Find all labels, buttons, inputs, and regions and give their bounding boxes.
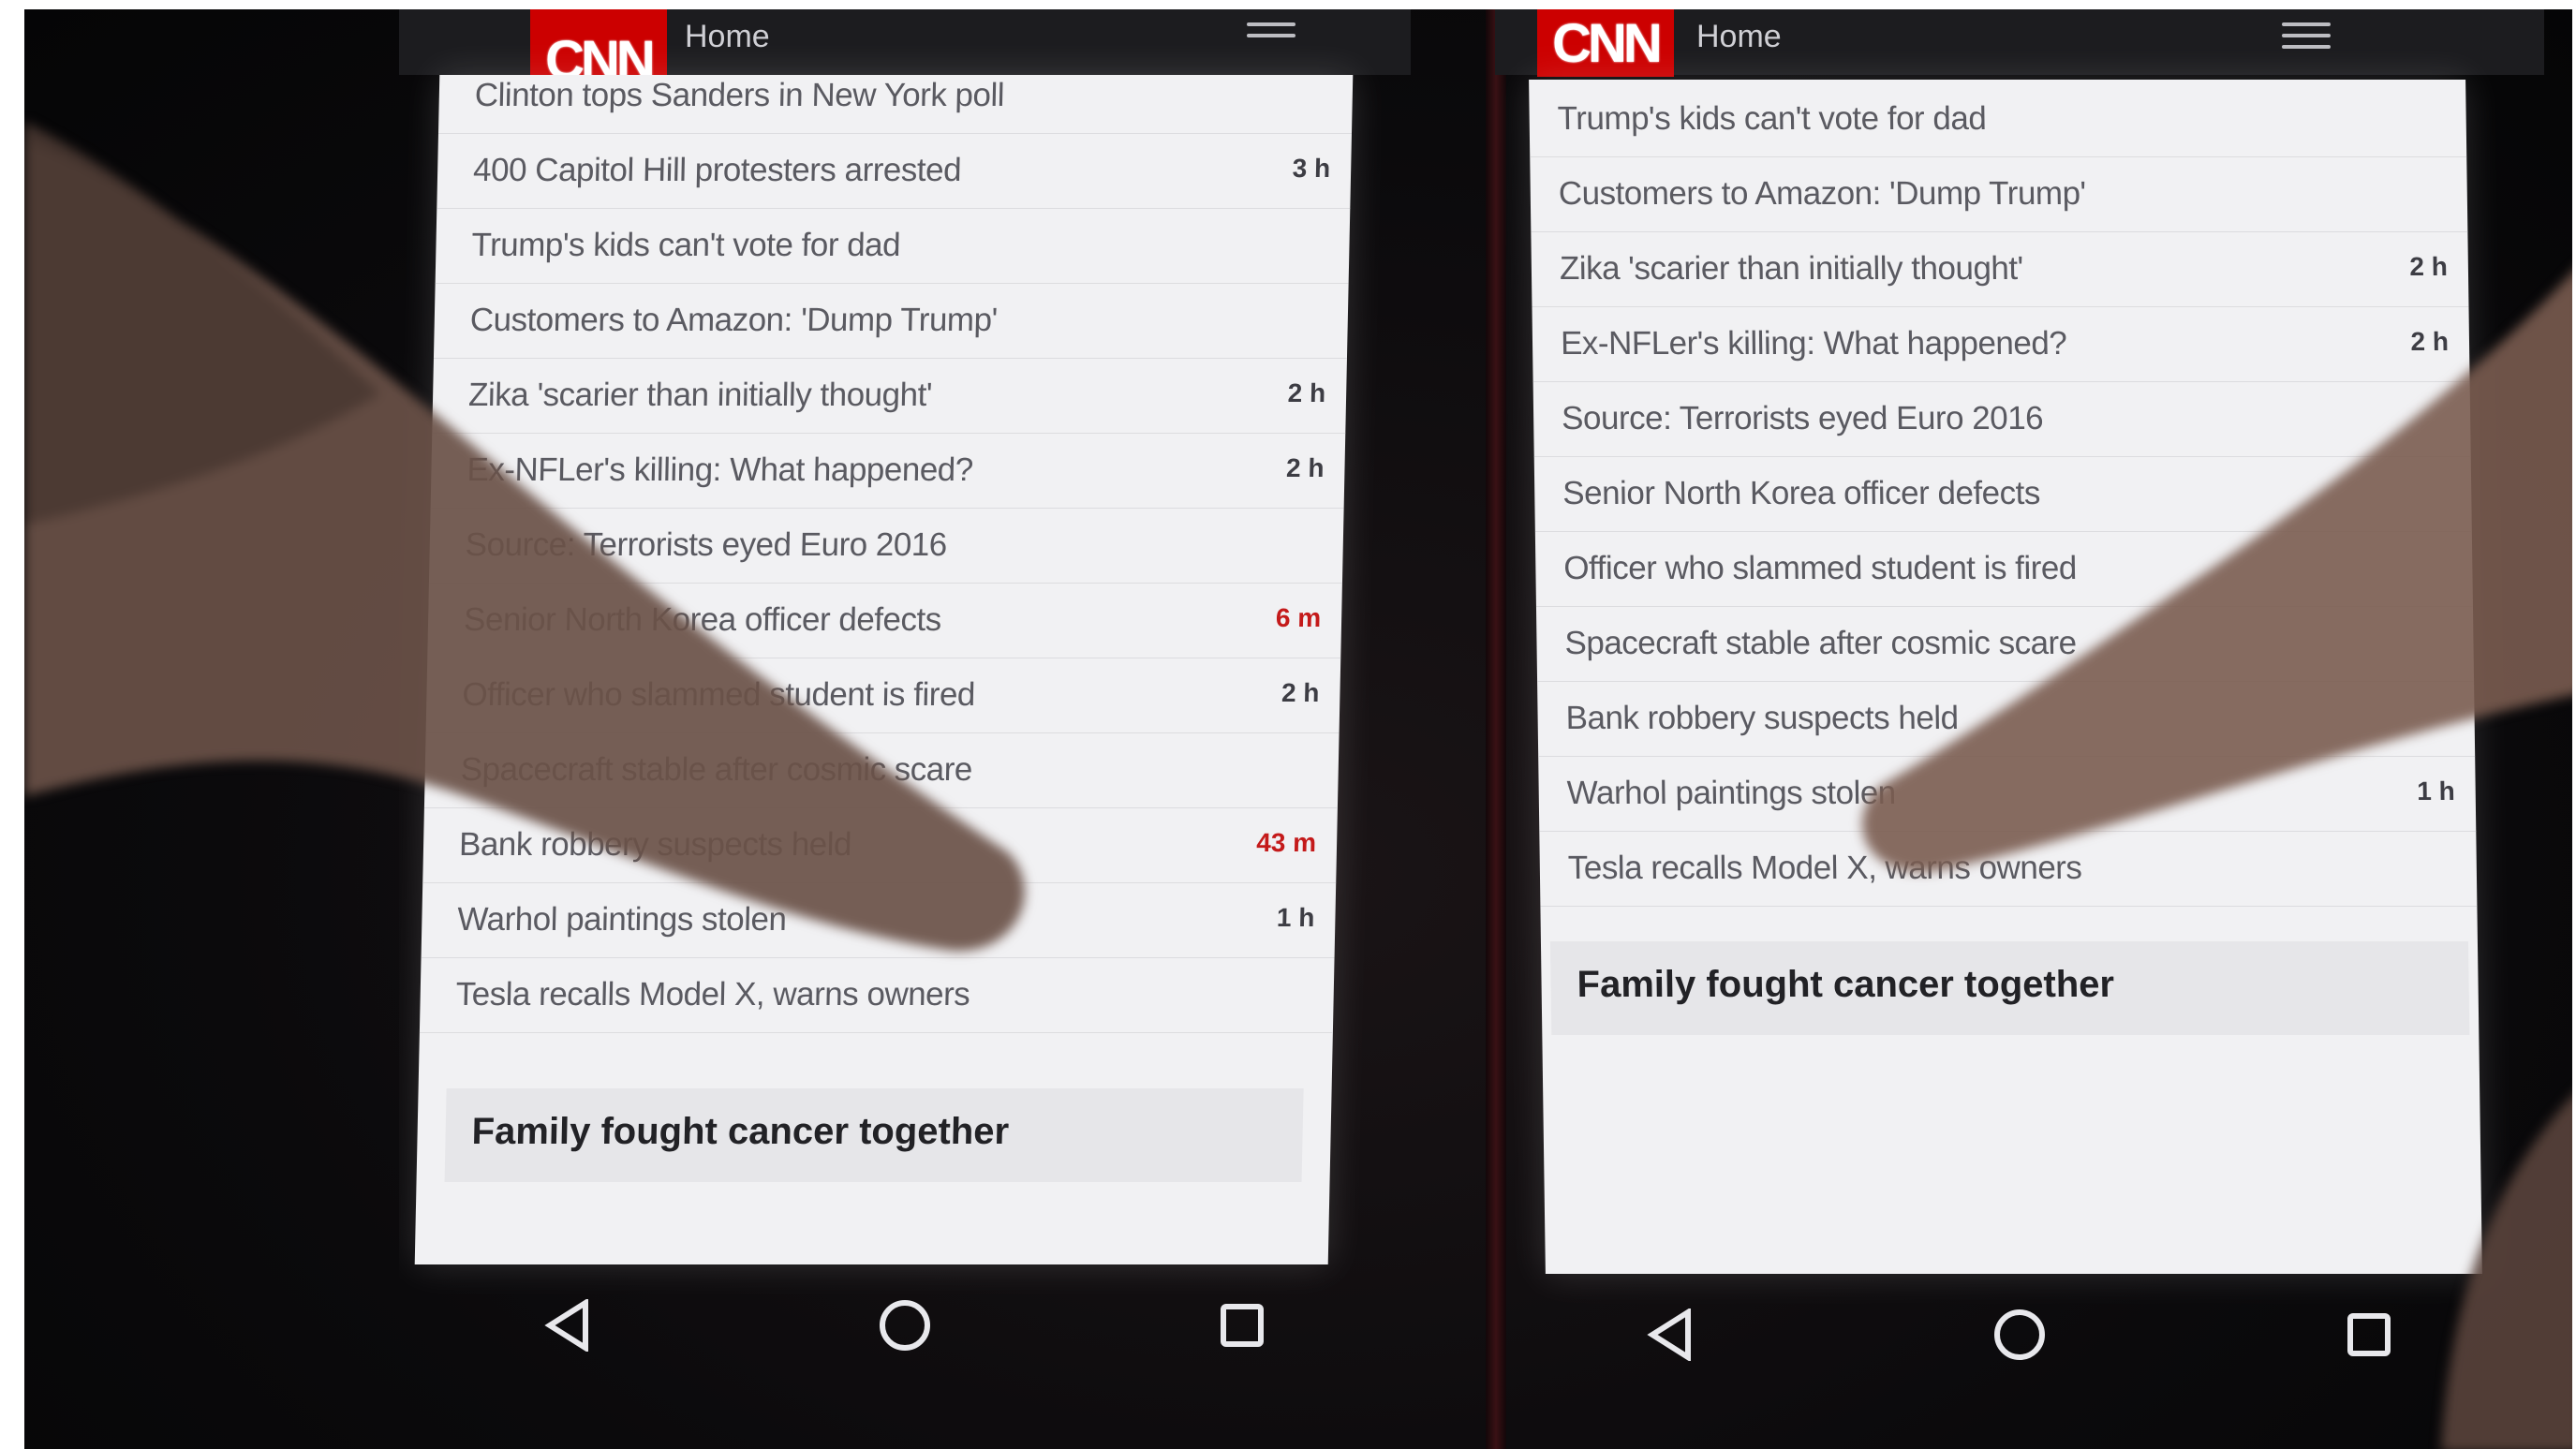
hamburger-menu-icon[interactable] [2282,22,2331,51]
headline-text: Customers to Amazon: 'Dump Trump' [1558,175,2086,212]
headline-text: Senior North Korea officer defects [1562,475,2041,511]
headline-timestamp: 2 h [2410,327,2450,356]
headline-text: Zika 'scarier than initially thought' [467,377,933,413]
hamburger-menu-icon[interactable] [1247,22,1295,51]
headline-row[interactable]: Clinton tops Sanders in New York poll [437,75,1354,134]
headline-row[interactable]: Ex-NFLer's killing: What happened? 2 h [1532,304,2470,382]
headline-timestamp: 3 h [1292,154,1331,183]
headline-text: Trump's kids can't vote for dad [471,227,901,263]
left-phone: Home CNN Clinton tops Sanders in New Yor… [399,9,1411,1449]
headline-row[interactable]: Officer who slammed student is fired [1534,529,2473,607]
headline-list: Clinton tops Sanders in New York poll 400… [414,75,1354,1264]
headline-text: Warhol paintings stolen [457,901,787,938]
headline-timestamp: 1 h [2417,776,2455,806]
section-title[interactable]: Home [685,19,770,55]
headline-text: Source: Terrorists eyed Euro 2016 [465,526,948,563]
headline-timestamp: 2 h [1285,453,1325,482]
headline-row[interactable]: Warhol paintings stolen 1 h [421,880,1337,958]
headline-timestamp: 2 h [1287,378,1326,407]
headline-timestamp: 2 h [1281,678,1320,707]
headline-row[interactable]: Ex-NFLer's killing: What happened? 2 h [430,431,1346,509]
section-title[interactable]: Home [1696,19,1782,55]
headline-text: Officer who slammed student is fired [462,676,976,713]
feature-story-card[interactable]: Family fought cancer together [444,1088,1304,1182]
headline-text: Senior North Korea officer defects [463,601,942,638]
recents-icon[interactable] [1209,1293,1275,1358]
headline-row[interactable]: Officer who slammed student is fired 2 h [425,656,1341,733]
headline-timestamp: 43 m [1255,828,1317,857]
headline-text: Source: Terrorists eyed Euro 2016 [1561,400,2044,436]
headline-timestamp: 1 h [1276,903,1315,932]
headline-row[interactable]: Zika 'scarier than initially thought' 2 h [432,356,1348,434]
headline-row[interactable]: Warhol paintings stolen 1 h [1538,754,2477,832]
headline-row[interactable]: Tesla recalls Model X, warns owners [1539,829,2478,907]
headline-text: Trump's kids can't vote for dad [1557,100,1987,137]
feature-story-title: Family fought cancer together [1577,964,2115,1005]
headline-row[interactable]: Spacecraft stable after cosmic scare [423,731,1340,808]
headline-text: Clinton tops Sanders in New York poll [474,77,1005,113]
headline-row[interactable]: Zika 'scarier than initially thought' 2 h [1531,229,2469,307]
headline-text: Zika 'scarier than initially thought' [1559,250,2024,287]
android-nav-bar [399,1246,1411,1405]
headline-row[interactable]: Source: Terrorists eyed Euro 2016 [428,506,1344,584]
headline-text: 400 Capitol Hill protesters arrested [472,152,962,188]
feature-story-card[interactable]: Family fought cancer together [1549,941,2470,1035]
feature-story-title: Family fought cancer together [471,1111,1010,1152]
headline-row[interactable]: Senior North Korea officer defects 6 m [427,581,1342,658]
headline-row[interactable]: Customers to Amazon: 'Dump Trump' [433,281,1349,359]
headline-text: Ex-NFLer's killing: What happened? [1560,325,2067,362]
headline-text: Customers to Amazon: 'Dump Trump' [469,302,999,338]
headline-row[interactable]: Source: Terrorists eyed Euro 2016 [1532,379,2471,457]
headline-text: Spacecraft stable after cosmic scare [1564,625,2077,661]
headline-row[interactable]: Bank robbery suspects held 43 m [422,806,1338,883]
home-icon[interactable] [872,1293,938,1358]
back-icon[interactable] [1637,1302,1703,1368]
headline-row[interactable]: 400 Capitol Hill protesters arrested 3 h [437,131,1353,209]
photo-background: Home CNN Clinton tops Sanders in New Yor… [24,9,2572,1449]
right-phone: Home CNN Trump's kids can't vote for dad… [1495,9,2544,1449]
headline-row[interactable]: Trump's kids can't vote for dad [435,206,1351,284]
headline-text: Bank robbery suspects held [1565,700,1959,736]
headline-timestamp: 2 h [2409,252,2449,281]
headline-row[interactable]: Spacecraft stable after cosmic scare [1535,604,2475,682]
headline-text: Warhol paintings stolen [1566,775,1897,811]
headline-text: Officer who slammed student is fired [1563,550,2078,586]
recents-icon[interactable] [2336,1302,2402,1368]
home-icon[interactable] [1987,1302,2052,1368]
headline-text: Spacecraft stable after cosmic scare [460,751,973,788]
headline-text: Tesla recalls Model X, warns owners [1567,850,2082,886]
headline-row[interactable]: Bank robbery suspects held [1537,679,2476,757]
cnn-logo[interactable]: CNN [1537,9,1674,77]
headline-text: Bank robbery suspects held [458,826,852,863]
headline-list: Trump's kids can't vote for dad Customers… [1529,80,2482,1274]
headline-timestamp: 6 m [1275,603,1322,632]
headline-text: Tesla recalls Model X, warns owners [455,976,970,1013]
headline-row[interactable]: Senior North Korea officer defects [1533,454,2472,532]
android-nav-bar [1495,1255,2544,1414]
headline-row[interactable]: Customers to Amazon: 'Dump Trump' [1530,155,2468,232]
headline-row[interactable]: Tesla recalls Model X, warns owners [419,955,1335,1033]
headline-row[interactable]: Trump's kids can't vote for dad [1529,80,2467,157]
headline-text: Ex-NFLer's killing: What happened? [466,451,974,488]
back-icon[interactable] [535,1293,600,1358]
